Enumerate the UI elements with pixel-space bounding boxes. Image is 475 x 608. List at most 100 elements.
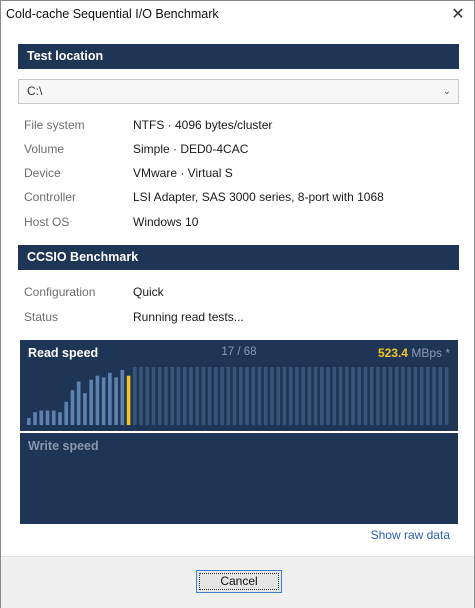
read-bar xyxy=(120,369,125,425)
device-value: VMware · Virtual S xyxy=(133,166,233,180)
status-value: Running read tests... xyxy=(133,310,244,324)
read-bar xyxy=(76,381,81,425)
read-bar xyxy=(101,377,106,425)
read-bar-pending xyxy=(351,367,355,425)
read-bar-pending xyxy=(307,367,312,425)
read-bar-pending xyxy=(164,367,168,425)
read-bar xyxy=(33,412,37,425)
read-bar-pending xyxy=(157,367,162,425)
read-bar-pending xyxy=(444,367,449,425)
read-bar xyxy=(89,379,93,425)
read-bar-pending xyxy=(332,367,337,425)
read-bar xyxy=(58,412,62,425)
read-bar xyxy=(64,401,69,425)
read-bar-pending xyxy=(182,367,187,425)
read-bar-pending xyxy=(388,367,393,425)
read-bar-pending xyxy=(401,367,405,425)
read-bar-pending xyxy=(320,367,324,425)
read-bar-pending xyxy=(189,367,193,425)
read-speed-value: 523.4 xyxy=(377,346,408,360)
read-bar-pending xyxy=(426,367,430,425)
host-os-label: Host OS xyxy=(24,215,70,229)
read-speed-unit: MBps * xyxy=(407,346,450,360)
read-bar xyxy=(70,390,75,425)
read-bar-pending xyxy=(170,367,175,425)
read-bar-pending xyxy=(419,367,424,425)
read-bar-pending xyxy=(257,367,262,425)
read-bar xyxy=(83,393,87,425)
read-bar xyxy=(27,418,31,425)
read-speed-readout: 523.4 MBps * xyxy=(378,346,450,360)
read-bar-pending xyxy=(313,367,318,425)
read-speed-panel: Read speed 17 / 68 523.4 MBps * xyxy=(20,340,458,431)
file-system-value: NTFS · 4096 bytes/cluster xyxy=(133,118,273,132)
read-bar-pending xyxy=(301,367,305,425)
read-bar-pending xyxy=(251,367,256,425)
read-bar-pending xyxy=(326,367,330,425)
button-strip: Cancel xyxy=(1,556,474,608)
read-bar-pending xyxy=(413,367,418,425)
read-bar-pending xyxy=(245,367,249,425)
volume-label: Volume xyxy=(24,142,65,156)
read-bar xyxy=(39,410,44,425)
benchmark-window: Cold-cache Sequential I/O Benchmark ✕ Te… xyxy=(0,0,475,608)
read-bar-pending xyxy=(363,367,368,425)
read-bar-pending xyxy=(232,367,237,425)
read-bar xyxy=(51,410,56,425)
read-bar-pending xyxy=(382,367,387,425)
file-system-label: File system xyxy=(24,118,85,132)
read-bar-pending xyxy=(195,367,199,425)
drive-select-value: C:\ xyxy=(27,84,43,98)
read-bar-pending xyxy=(226,367,231,425)
show-raw-data-link[interactable]: Show raw data xyxy=(371,528,450,542)
read-bar-pending xyxy=(263,367,268,425)
read-bar-pending xyxy=(282,367,287,425)
configuration-label: Configuration xyxy=(24,285,96,299)
read-bar-pending xyxy=(139,367,143,425)
read-bar xyxy=(114,377,118,425)
read-bar-pending xyxy=(369,367,374,425)
read-bar-pending xyxy=(220,367,224,425)
status-label: Status xyxy=(24,310,59,324)
read-bar-pending xyxy=(207,367,212,425)
read-bar-pending xyxy=(133,367,137,425)
read-bar-pending xyxy=(394,367,399,425)
drive-select[interactable]: C:\ ⌄ xyxy=(18,79,459,104)
read-bar-pending xyxy=(288,367,293,425)
read-bar xyxy=(95,375,100,425)
read-bar-pending xyxy=(176,367,181,425)
read-bar-pending xyxy=(338,367,343,425)
write-speed-panel: Write speed xyxy=(20,433,458,524)
ccsio-benchmark-header: CCSIO Benchmark xyxy=(18,245,459,270)
read-bar-pending xyxy=(432,367,436,425)
read-bar-pending xyxy=(276,367,281,425)
read-bar-current xyxy=(126,375,131,425)
read-bar-pending xyxy=(407,367,411,425)
configuration-value: Quick xyxy=(133,285,164,299)
read-bar xyxy=(108,372,112,425)
controller-value: LSI Adapter, SAS 3000 series, 8-port wit… xyxy=(133,190,384,204)
cancel-button[interactable]: Cancel xyxy=(196,570,282,593)
close-icon[interactable]: ✕ xyxy=(448,5,468,25)
volume-value: Simple · DED0-4CAC xyxy=(133,142,249,156)
controller-label: Controller xyxy=(24,190,77,204)
read-bar-pending xyxy=(438,367,443,425)
read-speed-bars xyxy=(27,367,449,425)
test-location-header: Test location xyxy=(18,44,459,69)
read-bar xyxy=(45,410,50,425)
read-bar-pending xyxy=(295,367,299,425)
read-bar-pending xyxy=(357,367,362,425)
read-bar-pending xyxy=(239,367,243,425)
window-title: Cold-cache Sequential I/O Benchmark xyxy=(6,7,219,21)
device-label: Device xyxy=(24,166,61,180)
write-speed-title: Write speed xyxy=(28,439,99,453)
chevron-down-icon: ⌄ xyxy=(442,86,451,97)
read-bar-pending xyxy=(145,367,150,425)
read-bar-pending xyxy=(270,367,274,425)
host-os-value: Windows 10 xyxy=(133,215,199,229)
read-bar-pending xyxy=(376,367,380,425)
read-bar-pending xyxy=(345,367,349,425)
title-bar: Cold-cache Sequential I/O Benchmark ✕ xyxy=(1,1,474,29)
read-bar-pending xyxy=(201,367,206,425)
read-bar-pending xyxy=(151,367,156,425)
